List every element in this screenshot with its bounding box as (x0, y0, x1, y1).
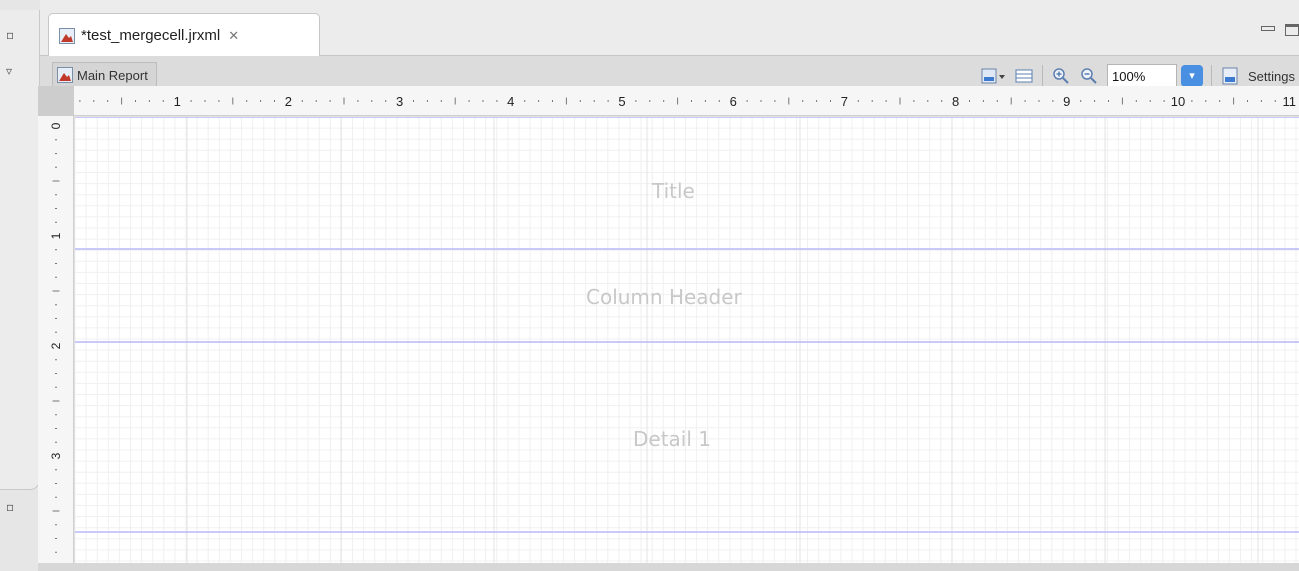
toolbar-separator (1042, 65, 1044, 87)
minimize-icon[interactable] (1261, 26, 1275, 31)
report-file-icon (59, 27, 75, 44)
main-report-label: Main Report (77, 67, 148, 83)
band-column-header-label: Column Header (586, 285, 742, 309)
side-panel-edge (0, 10, 40, 490)
settings-report-icon (1222, 67, 1238, 85)
band-title-label: Title (652, 179, 695, 203)
editor-tab-bar: *test_mergecell.jrxml ✕ (40, 10, 1299, 57)
ruler-label: 4 (507, 94, 514, 109)
ruler-label: 6 (730, 94, 737, 109)
editor-tab[interactable]: *test_mergecell.jrxml ✕ (48, 13, 320, 57)
report-icon (57, 67, 73, 83)
report-canvas[interactable]: Title Column Header Detail 1 (75, 117, 1299, 565)
tab-title: *test_mergecell.jrxml (81, 27, 221, 44)
ruler-label: 7 (841, 94, 848, 109)
zoom-dropdown-button[interactable]: ▾ (1181, 65, 1204, 87)
ruler-corner (38, 86, 74, 116)
ruler-label: 2 (49, 342, 63, 349)
horizontal-ruler: 1 2 3 4 5 6 7 8 9 10 11 (74, 86, 1299, 116)
zoom-in-icon[interactable] (1051, 66, 1071, 86)
main-report-button[interactable]: Main Report (52, 62, 157, 88)
ruler-label: 11 (1282, 94, 1296, 109)
left-side-strip: ▫ ▿ ▫ (0, 0, 40, 571)
ruler-label: 0 (49, 122, 63, 129)
restore-icon[interactable]: ▫ (6, 500, 14, 514)
minimize-icon[interactable]: ▫ (6, 28, 14, 42)
ruler-label: 9 (1063, 94, 1070, 109)
band-detail-label: Detail 1 (633, 427, 711, 451)
ruler-label: 3 (49, 452, 63, 459)
ruler-label: 10 (1171, 94, 1185, 109)
ruler-label: 1 (49, 232, 63, 239)
close-icon[interactable]: ✕ (228, 28, 239, 44)
toolbar-separator (1211, 65, 1213, 87)
report-designer-window: ▫ ▿ ▫ *test_mergecell.jrxml ✕ Main Repor… (0, 0, 1299, 571)
ruler-label: 2 (285, 94, 292, 109)
grid-layout-icon[interactable] (1014, 66, 1034, 86)
preview-icon[interactable] (980, 66, 1006, 86)
horizontal-scrollbar[interactable] (38, 563, 1299, 571)
ruler-label: 8 (952, 94, 959, 109)
zoom-input[interactable]: 100% (1107, 64, 1178, 88)
zoom-out-icon[interactable] (1079, 66, 1099, 86)
ruler-label: 3 (396, 94, 403, 109)
vertical-ruler: 01234 (38, 116, 74, 571)
ruler-label: 5 (618, 94, 625, 109)
ruler-label: 1 (174, 94, 181, 109)
window-controls (1261, 24, 1299, 36)
view-menu-icon[interactable]: ▿ (6, 64, 12, 78)
maximize-icon[interactable] (1285, 24, 1299, 36)
settings-button[interactable]: Settings (1248, 69, 1295, 84)
